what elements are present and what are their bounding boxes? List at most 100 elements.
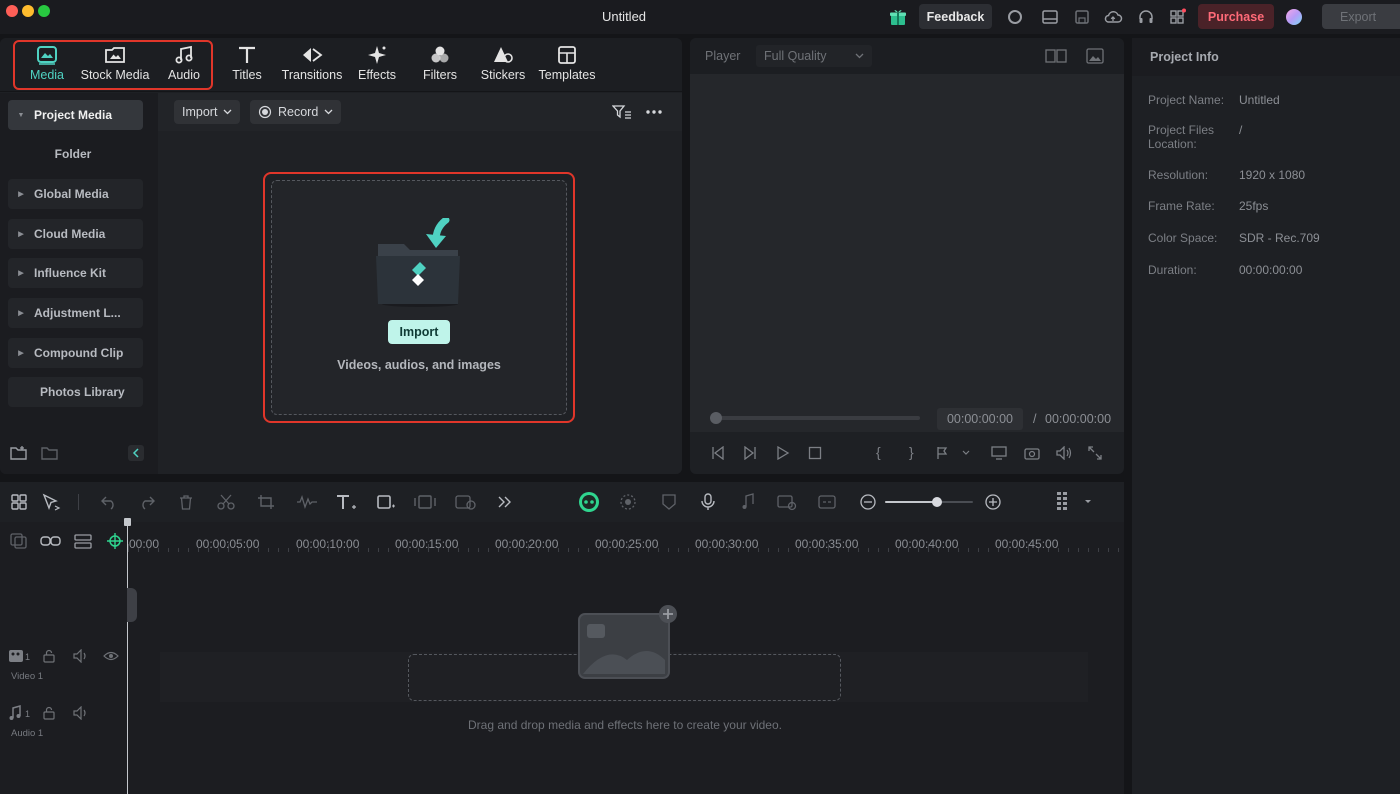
volume-icon[interactable]	[1056, 446, 1074, 460]
save-icon[interactable]	[1072, 7, 1092, 27]
next-frame-icon[interactable]	[742, 446, 758, 460]
layout-grid-icon[interactable]	[10, 493, 28, 511]
audio-split-icon[interactable]	[296, 494, 318, 510]
tab-filters[interactable]: Filters	[420, 42, 460, 88]
tab-effects[interactable]: Effects	[355, 42, 399, 88]
microphone-icon[interactable]	[700, 493, 716, 511]
more-options-icon[interactable]	[645, 104, 663, 120]
import-button[interactable]: Import	[388, 320, 450, 344]
camera-snapshot-icon[interactable]	[1024, 446, 1040, 460]
eye-visibility-icon[interactable]	[103, 649, 119, 663]
project-info-panel: Project Info Project Name: Untitled Proj…	[1132, 38, 1400, 794]
tab-titles[interactable]: Titles	[226, 42, 268, 88]
previous-frame-icon[interactable]	[710, 446, 726, 460]
snap-magnet-icon[interactable]	[106, 532, 124, 550]
delete-trash-icon[interactable]	[178, 494, 194, 510]
headset-icon[interactable]	[1136, 7, 1156, 27]
sidebar-item-cloud-media[interactable]: ▶ Cloud Media	[8, 219, 143, 249]
mute-speaker-icon[interactable]	[73, 649, 89, 663]
tab-stickers[interactable]: Stickers	[480, 42, 526, 88]
folder-icon[interactable]	[41, 445, 59, 461]
chevron-down-icon	[855, 53, 864, 59]
export-button[interactable]: Export	[1322, 4, 1400, 29]
info-label-duration: Duration:	[1148, 263, 1197, 277]
crop-icon[interactable]	[257, 494, 275, 510]
text-tool-icon[interactable]	[336, 494, 358, 510]
fullscreen-icon[interactable]	[1088, 446, 1102, 460]
playhead[interactable]	[127, 520, 128, 794]
gift-icon[interactable]	[888, 7, 908, 27]
filter-sort-icon[interactable]	[612, 104, 632, 120]
toolbar-divider	[78, 494, 79, 510]
subtitle-icon[interactable]	[818, 493, 836, 511]
timeline-toolbar	[0, 482, 1124, 522]
purchase-button[interactable]: Purchase	[1198, 4, 1274, 29]
scrubber-handle[interactable]	[710, 412, 722, 424]
caret-down-icon: ▼	[17, 111, 25, 119]
zoom-in-icon[interactable]	[984, 493, 1002, 511]
sidebar-item-adjustment-layer[interactable]: ▶ Adjustment L...	[8, 298, 143, 328]
play-icon[interactable]	[776, 446, 790, 460]
sidebar-item-global-media[interactable]: ▶ Global Media	[8, 179, 143, 209]
mark-out-icon[interactable]: }	[909, 444, 914, 460]
sidebar-item-compound-clip[interactable]: ▶ Compound Clip	[8, 338, 143, 368]
stickers-icon	[492, 42, 514, 68]
lock-icon[interactable]	[42, 706, 56, 720]
undo-icon[interactable]	[100, 494, 118, 510]
ai-copilot-icon[interactable]	[578, 491, 600, 513]
music-beat-icon[interactable]	[740, 493, 756, 511]
sidebar-item-project-media[interactable]: ▼ Project Media	[8, 100, 143, 130]
ruler-label: 00:00	[129, 537, 160, 551]
display-monitor-icon[interactable]	[991, 446, 1007, 460]
chevron-down-icon	[223, 109, 232, 115]
playhead-handle[interactable]	[124, 518, 131, 526]
record-dropdown[interactable]: Record	[250, 100, 342, 124]
marker-dropdown-icon[interactable]	[936, 446, 972, 460]
mark-in-icon[interactable]: {	[876, 444, 881, 460]
compare-view-icon[interactable]	[1045, 48, 1067, 64]
ruler-label: 00:00:30:00	[695, 537, 759, 551]
select-cursor-icon[interactable]	[42, 493, 62, 511]
color-match-icon[interactable]	[455, 494, 477, 510]
collapse-sidebar-icon[interactable]	[128, 445, 144, 461]
feedback-button[interactable]: Feedback	[919, 4, 992, 29]
layout-icon[interactable]	[1040, 7, 1060, 27]
zoom-slider-handle[interactable]	[932, 497, 942, 507]
render-sun-icon[interactable]	[619, 493, 637, 511]
playback-scrubber[interactable]	[716, 416, 920, 420]
scissors-icon[interactable]	[217, 494, 235, 510]
info-value-resolution: 1920 x 1080	[1239, 168, 1306, 182]
stop-icon[interactable]	[808, 446, 822, 460]
lock-icon[interactable]	[42, 649, 56, 663]
grid-icon[interactable]	[1167, 7, 1187, 27]
more-tools-chevron-icon[interactable]	[497, 494, 513, 510]
sidebar-item-photos-library[interactable]: Photos Library	[8, 377, 143, 407]
circle-icon[interactable]	[1005, 7, 1025, 27]
cloud-icon[interactable]	[1103, 7, 1123, 27]
auto-reframe-icon[interactable]	[777, 493, 797, 511]
freeze-frame-icon[interactable]	[413, 494, 437, 510]
tab-transitions[interactable]: Transitions	[281, 42, 343, 88]
tab-templates[interactable]: Templates	[538, 42, 596, 88]
sidebar-item-folder[interactable]: Folder	[8, 139, 138, 169]
mute-speaker-icon[interactable]	[73, 706, 89, 720]
add-track-icon[interactable]	[10, 533, 28, 549]
shield-mask-icon[interactable]	[661, 493, 677, 511]
audio-track-name: Audio 1	[11, 728, 44, 739]
timeline-scroll-handle[interactable]	[127, 588, 137, 622]
quality-dropdown[interactable]: Full Quality	[756, 45, 872, 67]
info-value-frame-rate: 25fps	[1239, 199, 1269, 213]
track-manager-icon[interactable]	[74, 533, 92, 549]
player-label: Player	[705, 49, 741, 63]
link-icon[interactable]	[40, 533, 62, 549]
zoom-out-icon[interactable]	[859, 493, 877, 511]
redo-icon[interactable]	[138, 494, 156, 510]
preview-viewport[interactable]	[690, 74, 1124, 432]
snapshot-image-icon[interactable]	[1086, 48, 1104, 64]
import-dropdown[interactable]: Import	[174, 100, 241, 124]
shape-tool-icon[interactable]	[377, 494, 397, 510]
sidebar-item-influence-kit[interactable]: ▶ Influence Kit	[8, 258, 143, 288]
avatar[interactable]	[1284, 7, 1304, 27]
new-folder-icon[interactable]	[10, 445, 28, 461]
track-layout-icon[interactable]	[1055, 491, 1095, 513]
